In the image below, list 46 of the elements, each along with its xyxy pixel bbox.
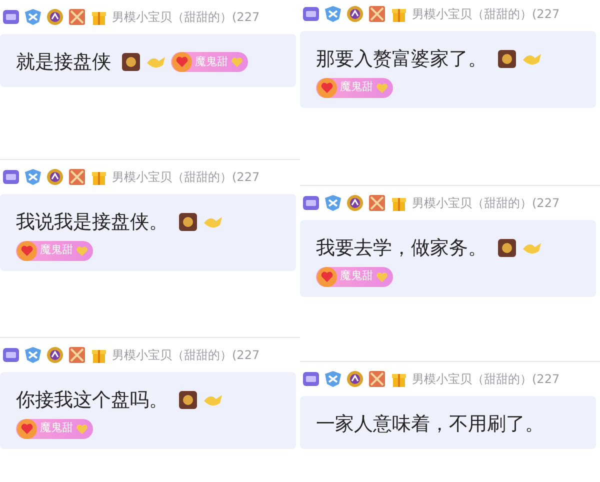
fan-badge: 魔鬼甜 xyxy=(16,240,93,260)
level-badge-icon xyxy=(302,5,320,23)
medal-icon xyxy=(497,238,517,258)
shield-icon xyxy=(324,370,342,388)
emblem-icon xyxy=(68,346,86,364)
level-badge-icon xyxy=(2,8,20,26)
medal-icon xyxy=(178,390,198,410)
emblem-icon xyxy=(68,168,86,186)
medal-icon xyxy=(121,52,141,72)
shield-icon xyxy=(24,8,42,26)
shield-icon xyxy=(324,5,342,23)
crest-icon xyxy=(46,168,64,186)
shield-icon xyxy=(24,168,42,186)
message-text: 一家人意味着，不用刷了。 xyxy=(316,412,544,437)
emblem-icon xyxy=(368,194,386,212)
sender-name[interactable]: 男模小宝贝（甜甜的）(227 xyxy=(112,8,260,26)
medal-icon xyxy=(178,212,198,232)
shield-icon xyxy=(24,346,42,364)
medal-icon xyxy=(497,49,517,70)
crest-icon xyxy=(346,5,364,23)
shield-icon xyxy=(324,194,342,212)
message-text: 那要入赘富婆家了。 xyxy=(316,47,487,72)
crest-icon xyxy=(346,194,364,212)
crest-icon xyxy=(46,346,64,364)
level-badge-icon xyxy=(302,370,320,388)
level-badge-icon xyxy=(302,194,320,212)
sender-name[interactable]: 男模小宝贝（甜甜的）(227 xyxy=(412,370,560,388)
sender-name[interactable]: 男模小宝贝（甜甜的）(227 xyxy=(112,168,260,186)
level-badge-icon xyxy=(2,346,20,364)
fan-badge: 魔鬼甜 xyxy=(316,266,393,286)
sender-name[interactable]: 男模小宝贝（甜甜的）(227 xyxy=(112,346,260,364)
sender-name[interactable]: 男模小宝贝（甜甜的）(227 xyxy=(412,5,560,23)
fan-badge: 魔鬼甜 xyxy=(16,418,93,438)
level-badge-icon xyxy=(2,168,20,186)
fan-badge: 魔鬼甜 xyxy=(171,52,248,72)
crest-icon xyxy=(46,8,64,26)
emblem-icon xyxy=(68,8,86,26)
fan-badge: 魔鬼甜 xyxy=(316,78,393,98)
message-text: 你接我这个盘吗。 xyxy=(16,388,168,413)
message-text: 就是接盘侠 xyxy=(16,50,111,75)
crest-icon xyxy=(346,370,364,388)
sender-name[interactable]: 男模小宝贝（甜甜的）(227 xyxy=(412,194,560,212)
message-text: 我说我是接盘侠。 xyxy=(16,210,168,235)
message-text: 我要去学，做家务。 xyxy=(316,236,487,261)
emblem-icon xyxy=(368,5,386,23)
emblem-icon xyxy=(368,370,386,388)
